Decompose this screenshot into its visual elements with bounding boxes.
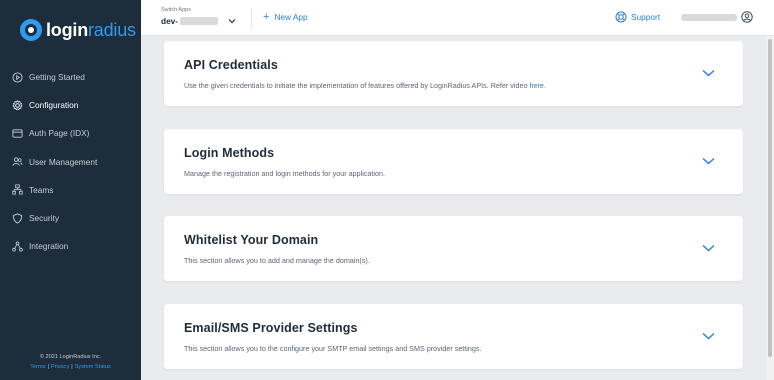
play-circle-icon [12, 72, 23, 83]
footer-separator: | [71, 364, 73, 370]
terms-link[interactable]: Terms [30, 364, 45, 370]
user-avatar-icon[interactable] [741, 11, 753, 23]
chevron-down-icon[interactable] [702, 69, 715, 77]
sidebar-nav: Getting Started Configuration Auth Page … [0, 63, 141, 260]
support-label: Support [631, 12, 661, 22]
sidebar-item-user-management[interactable]: User Management [0, 148, 141, 176]
video-link[interactable]: here [529, 81, 543, 90]
top-bar: Switch Apps dev- + New App Support [141, 0, 774, 36]
sidebar-footer: © 2021 LoginRadius Inc. Terms | Privacy | Sy… [0, 352, 141, 372]
footer-separator: | [47, 364, 49, 370]
card-email-sms-provider[interactable]: Email/SMS Provider Settings This section… [164, 303, 743, 369]
privacy-link[interactable]: Privacy [51, 364, 69, 370]
chevron-down-icon[interactable] [702, 332, 715, 340]
app-switcher[interactable]: Switch Apps dev- [161, 7, 236, 26]
lifebuoy-icon [615, 11, 627, 23]
sidebar-item-integration[interactable]: Integration [0, 232, 141, 260]
loginradius-logo[interactable]: loginradius [20, 18, 136, 42]
sidebar-item-security[interactable]: Security [0, 204, 141, 232]
sidebar-item-label: Auth Page (IDX) [29, 128, 90, 139]
card-title: Whitelist Your Domain [184, 233, 319, 247]
card-title: Login Methods [184, 145, 275, 160]
users-icon [12, 157, 23, 166]
sidebar-item-label: User Management [29, 156, 98, 167]
chevron-down-icon[interactable] [702, 244, 715, 252]
header-divider [251, 8, 252, 28]
redacted-user-name[interactable] [681, 14, 737, 21]
gear-icon [12, 99, 23, 111]
card-login-methods[interactable]: Login Methods Manage the registration an… [164, 128, 743, 194]
app-switcher-row[interactable]: dev- [161, 16, 236, 26]
chevron-down-icon[interactable] [228, 17, 236, 25]
new-app-label: New App [274, 12, 308, 22]
new-app-button[interactable]: + New App [263, 11, 308, 23]
chevron-down-icon[interactable] [702, 157, 715, 165]
support-button[interactable]: Support [615, 11, 660, 23]
card-title: API Credentials [184, 58, 278, 72]
sidebar-item-auth-page[interactable]: Auth Page (IDX) [0, 119, 141, 147]
card-title: Email/SMS Provider Settings [184, 320, 358, 335]
current-app-name: dev- [161, 16, 179, 26]
redacted-app-name [180, 17, 219, 25]
sidebar: loginradius Getting Started Configuratio… [0, 0, 141, 380]
system-status-link[interactable]: System Status [75, 364, 111, 370]
sidebar-item-label: Teams [29, 184, 54, 195]
logo-mark-icon [20, 19, 42, 41]
team-icon [12, 184, 23, 195]
footer-links: Terms | Privacy | System Status [0, 362, 141, 372]
card-description: Use the given credentials to initiate th… [184, 81, 546, 90]
card-description: Manage the registration and login method… [184, 168, 385, 178]
sidebar-item-getting-started[interactable]: Getting Started [0, 63, 141, 91]
copyright-text: © 2021 LoginRadius Inc. [39, 354, 102, 360]
sidebar-item-label: Integration [29, 241, 69, 252]
card-description: This section allows you to add and manag… [184, 256, 370, 265]
switch-apps-label: Switch Apps [161, 7, 191, 13]
card-api-credentials[interactable]: API Credentials Use the given credential… [164, 41, 743, 106]
sidebar-item-label: Configuration [29, 100, 79, 111]
card-description: This section allows you to the configure… [184, 343, 482, 353]
sidebar-item-teams[interactable]: Teams [0, 176, 141, 204]
sidebar-item-label: Getting Started [29, 72, 85, 83]
logo-text: loginradius [46, 19, 136, 40]
sidebar-item-configuration[interactable]: Configuration [0, 91, 141, 119]
integration-icon [12, 241, 23, 252]
card-whitelist-domain[interactable]: Whitelist Your Domain This section allow… [164, 216, 743, 281]
plus-icon: + [263, 11, 270, 23]
browser-icon [12, 129, 23, 138]
scrollbar-thumb[interactable] [768, 39, 772, 357]
shield-icon [12, 212, 23, 224]
sidebar-item-label: Security [29, 213, 59, 224]
